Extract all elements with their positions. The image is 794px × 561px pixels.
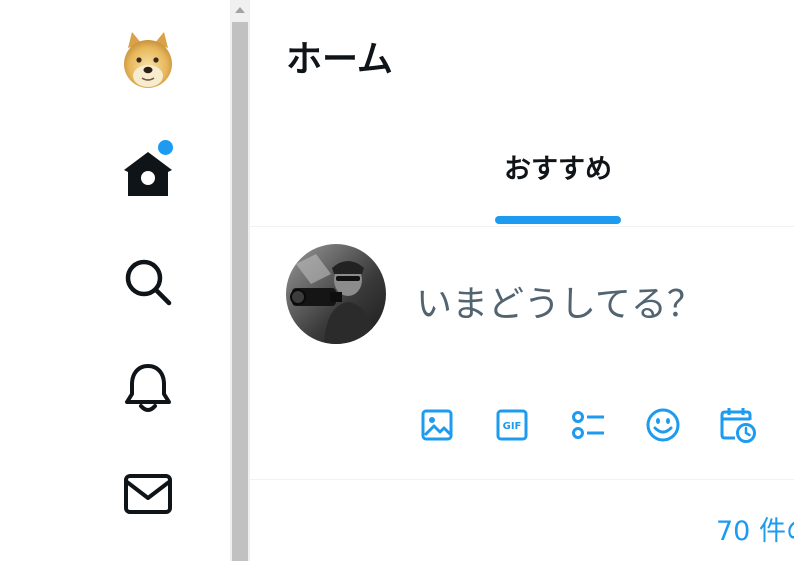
schedule-post-button[interactable] — [717, 404, 759, 446]
scrollbar[interactable] — [230, 0, 250, 561]
doge-logo-icon — [124, 32, 172, 88]
scrollbar-thumb[interactable] — [232, 22, 248, 561]
bell-icon — [125, 364, 171, 412]
tab-for-you[interactable]: おすすめ — [494, 136, 622, 226]
add-poll-button[interactable] — [567, 404, 609, 446]
nav-messages[interactable] — [110, 456, 186, 532]
nav-notifications[interactable] — [110, 350, 186, 426]
poll-icon — [572, 411, 604, 439]
emoji-icon — [646, 408, 680, 442]
user-photo-image — [286, 244, 386, 344]
mail-icon — [124, 474, 172, 514]
tab-label: おすすめ — [504, 154, 612, 185]
compose-input[interactable] — [416, 278, 786, 330]
nav-search[interactable] — [110, 244, 186, 320]
divider — [250, 479, 794, 480]
add-media-button[interactable] — [416, 404, 458, 446]
image-icon — [421, 409, 453, 441]
app-window: ホーム おすすめ いまどうしてる？ GIF 70 件 — [0, 0, 794, 561]
main-column: ホーム おすすめ いまどうしてる？ GIF 70 件 — [250, 0, 794, 561]
page-title: ホーム — [286, 39, 393, 80]
scroll-up-button[interactable] — [230, 0, 250, 20]
notification-dot — [158, 140, 173, 155]
show-new-posts-link[interactable]: 70 件の — [716, 512, 794, 552]
avatar[interactable] — [286, 244, 386, 344]
tab-active-indicator — [495, 216, 621, 224]
divider — [250, 226, 794, 227]
gif-icon: GIF — [496, 409, 528, 441]
add-emoji-button[interactable] — [642, 404, 684, 446]
sidebar-nav — [0, 0, 230, 561]
search-icon — [125, 259, 172, 306]
triangle-up-icon — [235, 7, 245, 13]
nav-home[interactable] — [110, 136, 186, 212]
nav-logo[interactable] — [110, 22, 186, 98]
svg-text:GIF: GIF — [503, 421, 522, 432]
add-gif-button[interactable]: GIF — [491, 404, 533, 446]
schedule-icon — [720, 408, 756, 443]
